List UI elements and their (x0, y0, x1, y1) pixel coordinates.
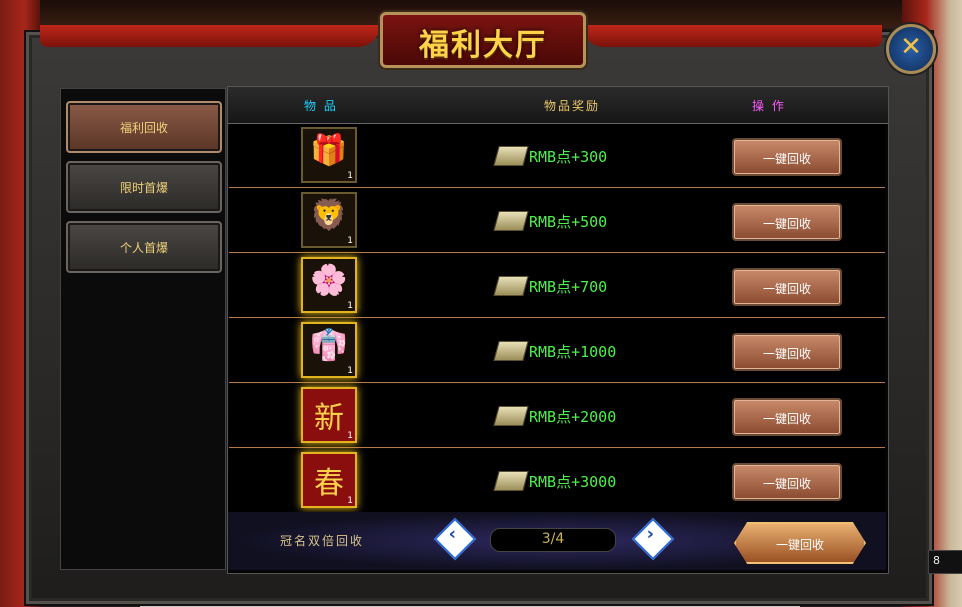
reward-text: RMB点+2000 (529, 408, 617, 426)
reward-text: RMB点+3000 (529, 473, 617, 491)
prev-page-button[interactable]: ‹ (433, 517, 477, 561)
reward-text: RMB点+500 (529, 213, 608, 231)
next-page-button[interactable]: › (631, 517, 675, 561)
table-row: 春1 RMB点+3000 一键回收 (229, 449, 885, 513)
item-count: 1 (347, 236, 353, 246)
recycle-button-label: 一键回收 (762, 477, 811, 491)
cash-icon (493, 341, 529, 361)
cash-icon (493, 146, 529, 166)
recycle-button-label: 一键回收 (762, 412, 811, 426)
table-row: 🦁 1 RMB点+500 一键回收 (229, 189, 885, 253)
page-indicator: 3/4 (490, 528, 616, 552)
reward-text: RMB点+700 (529, 278, 608, 296)
corner-counter: 8 (928, 550, 962, 574)
recycle-button[interactable]: 一键回收 (732, 138, 842, 176)
sidebar: 福利回收 限时首爆 个人首爆 (60, 88, 226, 570)
sidebar-item-personal-first-drop[interactable]: 个人首爆 (66, 221, 222, 273)
sidebar-item-limited-first-drop[interactable]: 限时首爆 (66, 161, 222, 213)
table-row: 新1 RMB点+2000 一键回收 (229, 384, 885, 448)
reward-text: RMB点+300 (529, 148, 608, 166)
page-text: 3/4 (541, 531, 565, 547)
corner-value: 8 (933, 554, 940, 567)
left-drape (40, 25, 380, 47)
recycle-button-label: 一键回收 (762, 217, 811, 231)
footer-bar: 冠名双倍回收 ‹ 3/4 › 一键回收 (228, 512, 886, 570)
recycle-button-label: 一键回收 (762, 347, 811, 361)
cash-icon (493, 406, 529, 426)
item-count: 1 (347, 301, 353, 311)
recycle-button-label: 一键回收 (762, 282, 811, 296)
table-row: 🌸 1 RMB点+700 一键回收 (229, 254, 885, 318)
recycle-button[interactable]: 一键回收 (732, 463, 842, 501)
red-robe-icon[interactable]: 👘 1 (301, 322, 357, 378)
item-count: 1 (347, 496, 353, 506)
recycle-button-label: 一键回收 (762, 152, 811, 166)
sidebar-item-label: 福利回收 (119, 121, 168, 135)
item-count: 1 (347, 366, 353, 376)
chevron-right-icon: › (646, 523, 655, 545)
header-item: 物 品 (304, 99, 338, 113)
close-icon: ✕ (900, 32, 922, 62)
chevron-left-icon: ‹ (448, 523, 457, 545)
chun-character-icon[interactable]: 春1 (301, 452, 357, 508)
recycle-all-label: 一键回收 (775, 538, 824, 552)
item-count: 1 (347, 171, 353, 181)
close-button[interactable]: ✕ (886, 24, 936, 74)
sidebar-item-welfare-recycle[interactable]: 福利回收 (66, 101, 222, 153)
window-title: 福利大厅 (419, 28, 547, 63)
recycle-all-button[interactable]: 一键回收 (734, 522, 866, 564)
lion-dance-head-icon[interactable]: 🦁 1 (301, 192, 357, 248)
cash-icon (493, 211, 529, 231)
item-count: 1 (347, 431, 353, 441)
title-plate: 福利大厅 (380, 12, 586, 68)
double-recycle-label: 冠名双倍回收 (280, 534, 365, 548)
sidebar-item-label: 个人首爆 (119, 241, 168, 255)
xin-character-icon[interactable]: 新1 (301, 387, 357, 443)
reward-text: RMB点+1000 (529, 343, 617, 361)
recycle-button[interactable]: 一键回收 (732, 268, 842, 306)
header-action: 操 作 (752, 99, 786, 113)
recycle-table: 物 品 物品奖励 操 作 🎁 1 RMB点+300 一键回收 🦁 1 RMB点+50… (227, 86, 889, 574)
recycle-button[interactable]: 一键回收 (732, 398, 842, 436)
recycle-button[interactable]: 一键回收 (732, 203, 842, 241)
table-row: 🎁 1 RMB点+300 一键回收 (229, 124, 885, 188)
lotus-flower-icon[interactable]: 🌸 1 (301, 257, 357, 313)
right-drape (582, 25, 882, 47)
recycle-button[interactable]: 一键回收 (732, 333, 842, 371)
table-row: 👘 1 RMB点+1000 一键回收 (229, 319, 885, 383)
sidebar-item-label: 限时首爆 (119, 181, 168, 195)
gift-basket-icon[interactable]: 🎁 1 (301, 127, 357, 183)
cash-icon (493, 276, 529, 296)
table-header: 物 品 物品奖励 操 作 (228, 87, 888, 124)
header-reward: 物品奖励 (544, 99, 601, 113)
cash-icon (493, 471, 529, 491)
